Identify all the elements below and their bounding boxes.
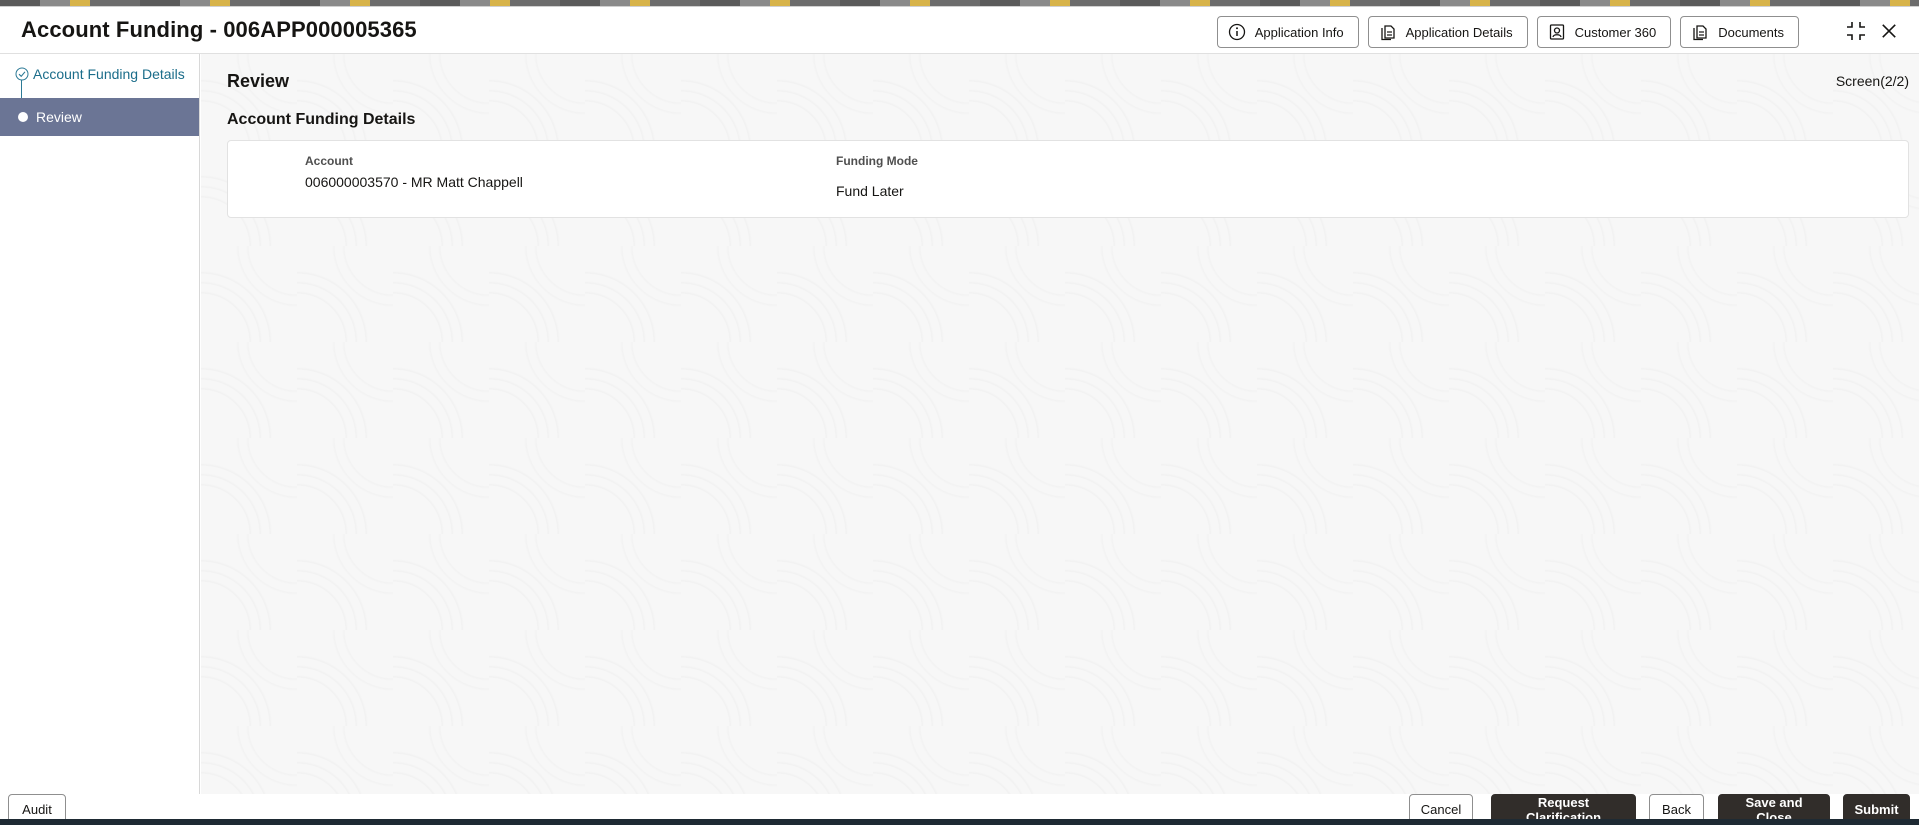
- account-funding-details-card: Account 006000003570 - MR Matt Chappell …: [227, 140, 1909, 218]
- screen-indicator: Screen(2/2): [1835, 73, 1909, 89]
- account-label: Account: [305, 154, 353, 168]
- nav-item-account-funding-details[interactable]: Account Funding Details: [0, 55, 199, 93]
- funding-mode-label: Funding Mode: [836, 154, 918, 168]
- account-value: 006000003570 - MR Matt Chappell: [305, 174, 523, 190]
- header-actions: Application Info Application Details Cus…: [1216, 16, 1799, 48]
- documents-label: Documents: [1718, 24, 1784, 40]
- documents-button[interactable]: Documents: [1680, 16, 1799, 48]
- close-icon[interactable]: [1877, 19, 1901, 43]
- collapse-fullscreen-icon[interactable]: [1844, 19, 1868, 43]
- application-details-button[interactable]: Application Details: [1367, 16, 1528, 48]
- document-icon: [1693, 25, 1707, 41]
- account-funding-dialog: Account Funding - 006APP000005365 Applic…: [0, 6, 1919, 825]
- nav-item-label: Review: [36, 109, 82, 125]
- nav-item-label: Account Funding Details: [33, 66, 185, 82]
- document-icon: [1380, 25, 1395, 41]
- section-title: Review: [227, 71, 290, 91]
- page-title: Account Funding - 006APP000005365: [21, 17, 417, 42]
- customer-360-label: Customer 360: [1574, 24, 1657, 40]
- check-circle-icon: [15, 67, 29, 81]
- step-navigation: Account Funding Details Review: [0, 54, 200, 794]
- person-card-icon: [1549, 24, 1564, 40]
- application-info-button[interactable]: Application Info: [1216, 16, 1359, 48]
- subsection-title: Account Funding Details: [227, 111, 416, 128]
- bottom-background-strip: [0, 819, 1919, 825]
- application-info-label: Application Info: [1254, 24, 1344, 40]
- current-step-dot-icon: [16, 110, 30, 124]
- application-details-label: Application Details: [1405, 24, 1513, 40]
- info-icon: [1228, 23, 1245, 41]
- nav-item-review[interactable]: Review: [0, 98, 199, 136]
- customer-360-button[interactable]: Customer 360: [1536, 16, 1672, 48]
- funding-mode-value: Fund Later: [836, 183, 904, 199]
- main-content: Review Screen(2/2) Account Funding Detai…: [201, 54, 1919, 794]
- dialog-header: Account Funding - 006APP000005365 Applic…: [0, 7, 1919, 54]
